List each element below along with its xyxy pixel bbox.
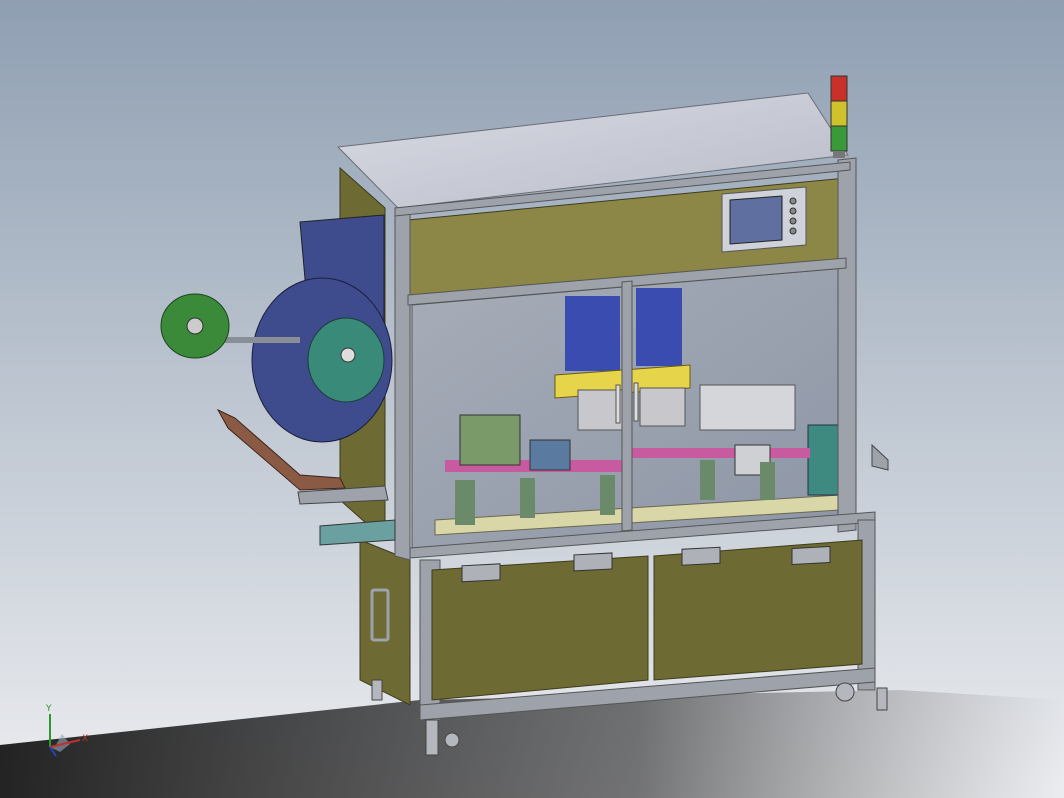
drawer-handle-2[interactable] — [573, 552, 613, 572]
signal-light-red — [830, 75, 848, 102]
press-unit-right — [639, 387, 686, 427]
cad-viewport[interactable]: Y X — [0, 0, 1064, 798]
machine-model-scene[interactable]: Y X — [0, 0, 1064, 798]
drawer-handle-1[interactable] — [461, 563, 501, 583]
foot-3 — [876, 687, 888, 711]
hmi-button-1[interactable] — [789, 197, 797, 205]
feeder-module — [699, 384, 796, 431]
support-post-2 — [520, 478, 535, 518]
caster-front-right — [835, 682, 855, 702]
foot-2 — [425, 719, 439, 756]
hmi-button-2[interactable] — [789, 207, 797, 215]
support-post-3 — [600, 475, 615, 515]
reel-spindle — [340, 347, 356, 363]
window-handle-left[interactable] — [615, 384, 621, 424]
blue-backplate-left — [565, 296, 620, 371]
signal-tower — [830, 75, 848, 158]
caster-front-left — [444, 732, 460, 748]
station-module-1 — [459, 414, 521, 466]
foot-1 — [371, 679, 383, 701]
y-axis-label: Y — [45, 704, 52, 714]
window-divider — [621, 280, 633, 532]
window-handle-right[interactable] — [633, 382, 639, 422]
support-post-4 — [700, 460, 715, 500]
conveyor-rail-right — [630, 448, 810, 458]
blue-backplate-right — [636, 288, 682, 366]
station-module-2 — [529, 439, 571, 471]
support-post-1 — [455, 480, 475, 525]
left-side-lower-panel — [359, 539, 411, 706]
signal-light-green — [830, 125, 848, 152]
support-post-5 — [760, 462, 775, 500]
frame-post-front-left — [394, 207, 411, 561]
drawer-handle-3[interactable] — [681, 546, 721, 566]
hmi-button-4[interactable] — [789, 227, 797, 235]
x-axis-label: X — [82, 734, 88, 744]
signal-tower-base — [833, 151, 845, 158]
hmi-button-3[interactable] — [789, 217, 797, 225]
hmi-screen[interactable] — [729, 195, 783, 245]
drawer-handle-4[interactable] — [791, 545, 831, 566]
hmi-control-panel[interactable] — [721, 186, 807, 253]
small-reel-spindle — [186, 317, 204, 335]
frame-post-front-right — [837, 157, 857, 533]
signal-light-yellow — [830, 100, 848, 127]
